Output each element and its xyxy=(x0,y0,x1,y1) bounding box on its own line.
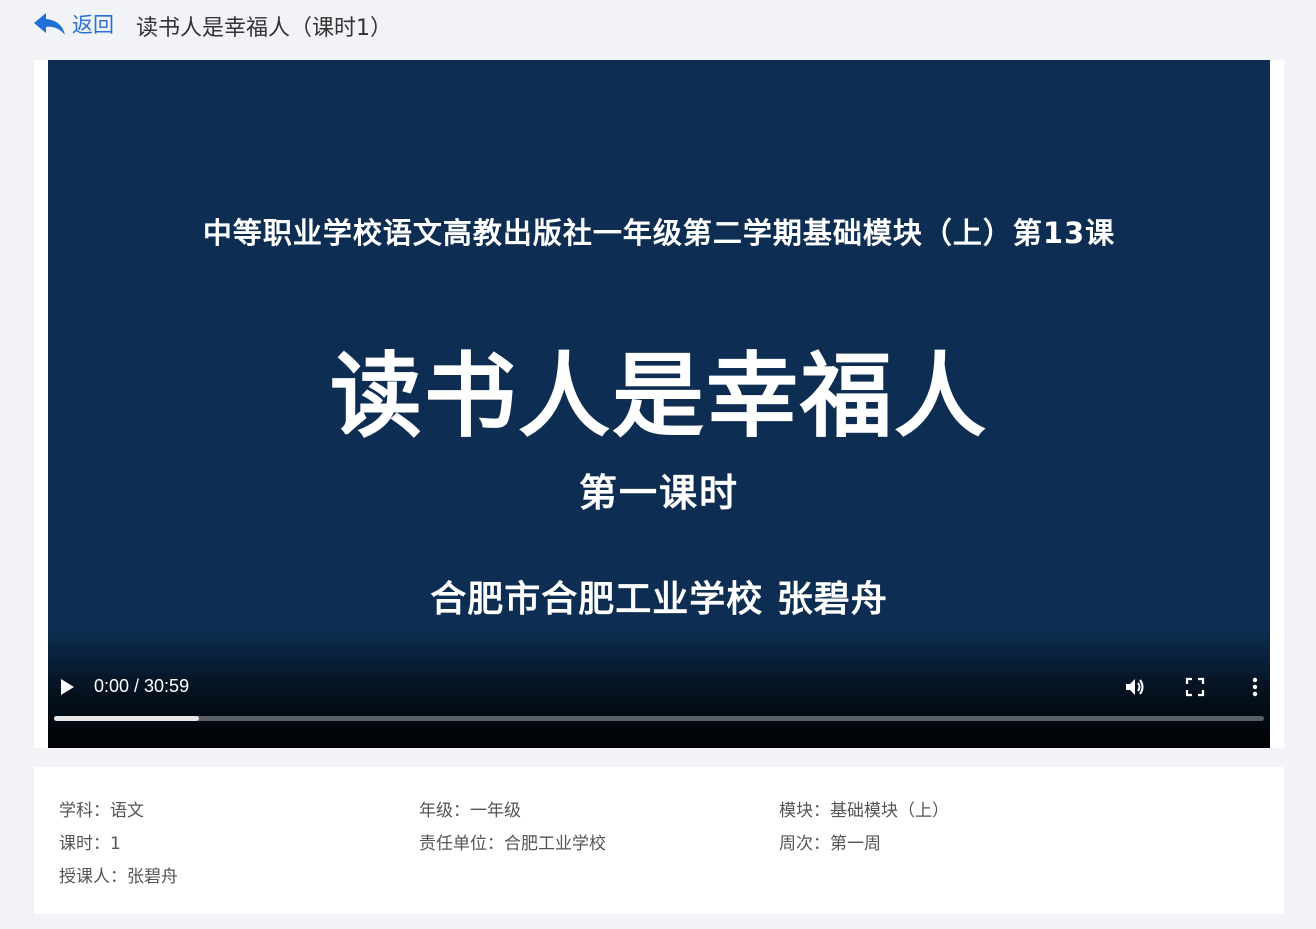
info-lesson: 课时：1 xyxy=(59,834,121,854)
back-arrow-icon xyxy=(34,13,65,35)
slide-title: 读书人是幸福人 xyxy=(329,343,988,450)
slide-course-line: 中等职业学校语文高教出版社一年级第二学期基础模块（上）第13课 xyxy=(202,216,1116,250)
info-grade: 年级：一年级 xyxy=(419,801,521,821)
play-button[interactable] xyxy=(54,674,80,700)
progress-bar[interactable] xyxy=(54,716,1264,721)
back-label: 返回 xyxy=(72,13,114,37)
time-display: 0:00 / 30:59 xyxy=(94,676,190,696)
volume-icon xyxy=(1126,679,1144,695)
progress-buffered xyxy=(54,716,200,721)
video-player[interactable]: 中等职业学校语文高教出版社一年级第二学期基础模块（上）第13课 读书人是幸福人 … xyxy=(48,60,1270,748)
lesson-info-card: 学科：语文 年级：一年级 模块：基础模块（上） 课时：1 责任单位：合肥工业学校… xyxy=(34,767,1284,914)
info-unit: 责任单位：合肥工业学校 xyxy=(419,834,606,854)
controls-overlay xyxy=(48,628,1270,748)
page-title: 读书人是幸福人（课时1） xyxy=(136,16,392,41)
top-bar: 返回 读书人是幸福人（课时1） xyxy=(0,0,1316,50)
fullscreen-button[interactable] xyxy=(1182,674,1208,700)
info-teacher: 授课人：张碧舟 xyxy=(59,867,178,887)
info-week: 周次：第一周 xyxy=(779,834,881,854)
back-button[interactable]: 返回 xyxy=(33,9,114,39)
more-vertical-icon xyxy=(1252,677,1258,697)
volume-button[interactable] xyxy=(1122,674,1148,700)
info-module: 模块：基础模块（上） xyxy=(779,801,949,821)
play-icon xyxy=(61,679,74,695)
info-subject: 学科：语文 xyxy=(59,801,144,821)
fullscreen-icon xyxy=(1185,677,1205,697)
video-player-frame: 中等职业学校语文高教出版社一年级第二学期基础模块（上）第13课 读书人是幸福人 … xyxy=(34,60,1284,748)
slide-subtitle: 第一课时 xyxy=(578,471,739,515)
more-options-button[interactable] xyxy=(1242,674,1268,700)
slide-author: 合肥市合肥工业学校 张碧舟 xyxy=(430,579,888,620)
